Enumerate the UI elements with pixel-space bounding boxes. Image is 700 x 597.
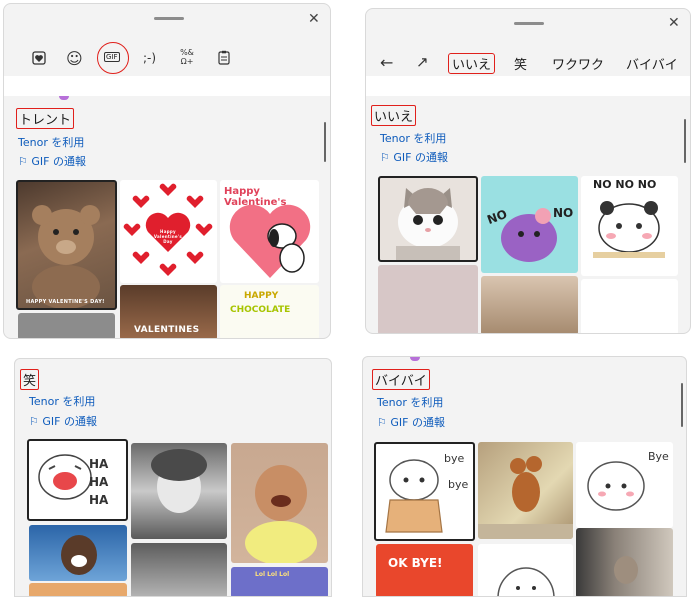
tenor-link[interactable]: Tenor を利用 — [380, 130, 446, 146]
report-gif-link[interactable]: ⚐ GIF の通報 — [377, 414, 445, 430]
gif-valentines-men[interactable]: VALENTINES — [120, 285, 217, 338]
gif-caption: Lol Lol Lol — [255, 571, 290, 578]
gif-caption: NO — [553, 206, 574, 220]
gif-shirley-1[interactable] — [131, 443, 227, 539]
sticker-heart-icon[interactable] — [32, 51, 46, 69]
tab-byebye[interactable]: バイバイ — [626, 54, 678, 73]
clipboard-icon[interactable] — [218, 50, 230, 69]
gif-ok-bye[interactable]: OK BYE! — [376, 544, 473, 596]
emoji-panel-byebye: バイバイ Tenor を利用 ⚐ GIF の通報 bye bye Bye OK … — [362, 356, 687, 597]
gif-caption: VALENTINES — [134, 325, 200, 335]
gif-panda-nonono[interactable]: NO NO NO — [581, 176, 678, 276]
report-gif-label: GIF の通報 — [390, 416, 445, 429]
gif-lol[interactable]: Lol Lol Lol — [231, 567, 328, 596]
symbols-icon[interactable]: %& Ω+ — [180, 48, 194, 66]
section-title: いいえ — [371, 105, 417, 126]
drag-handle[interactable] — [154, 17, 184, 20]
tab-excited[interactable]: ワクワク — [552, 54, 604, 73]
emoji-panel-trending: ✕ ☺ GIF ;-) %& Ω+ トレント Tenor を利用 ⚐ GIF の通… — [3, 3, 331, 339]
gif-partial[interactable] — [18, 313, 115, 338]
gif-caption: bye — [444, 452, 465, 465]
scrollbar[interactable] — [681, 383, 683, 427]
report-gif-label: GIF の通報 — [31, 155, 86, 168]
gif-tab-button[interactable]: GIF — [97, 42, 129, 74]
arrow-left-icon[interactable]: ← — [380, 53, 393, 72]
report-gif-link[interactable]: ⚐ GIF の通報 — [18, 153, 86, 169]
section-title: 笑 — [20, 369, 40, 390]
tab-no[interactable]: いいえ — [448, 53, 496, 74]
gif-caption: Happy Valentine's Day — [153, 229, 183, 244]
gif-hearts-ring[interactable]: Happy Valentine's Day — [120, 180, 217, 283]
scrollbar[interactable] — [324, 122, 326, 162]
gif-cat-box-bye[interactable]: bye bye — [374, 442, 475, 541]
tab-laugh[interactable]: 笑 — [514, 54, 527, 73]
gif-panda-table[interactable] — [581, 279, 678, 333]
close-icon[interactable]: ✕ — [308, 11, 320, 27]
drag-handle[interactable] — [514, 22, 544, 25]
gif-man-laughing[interactable] — [29, 525, 127, 581]
tab-indicator — [59, 96, 69, 100]
gif-cartoon-cat[interactable] — [378, 265, 478, 333]
gif-caption: CHOCOLATE — [230, 305, 291, 315]
scrollbar[interactable] — [684, 119, 686, 163]
gif-icon: GIF — [104, 52, 120, 62]
gif-shirley-2[interactable] — [131, 543, 227, 596]
gif-cat[interactable] — [378, 176, 478, 262]
gif-caption: OK BYE! — [388, 556, 443, 570]
trending-arrow-icon[interactable]: ↗ — [416, 53, 429, 71]
gif-purple-no[interactable]: NO NO — [481, 176, 578, 273]
emoji-panel-no: ✕ ← ↗ いいえ 笑 ワクワク バイバイ いいえ Tenor を利用 ⚐ GI… — [365, 8, 691, 334]
gif-caption: HA HA HA — [89, 457, 109, 507]
gif-snoopy[interactable]: Happy Valentine's — [220, 180, 319, 283]
flag-icon: ⚐ — [18, 155, 32, 168]
toolbar-divider — [4, 76, 330, 96]
gif-baby-laugh[interactable] — [231, 443, 328, 563]
kaomoji-icon[interactable]: ;-) — [143, 51, 156, 65]
section-title: トレント — [16, 108, 75, 129]
tenor-link[interactable]: Tenor を利用 — [29, 393, 95, 409]
emoji-panel-laugh: 笑 Tenor を利用 ⚐ GIF の通報 HA HA HA Lol Lol L… — [14, 358, 332, 597]
gif-caption: HAPPY VALENTINE'S DAY! — [26, 299, 105, 305]
gif-white-ghost[interactable] — [478, 544, 573, 596]
tab-indicator — [410, 357, 420, 361]
report-gif-link[interactable]: ⚐ GIF の通報 — [29, 413, 97, 429]
gif-partial[interactable] — [29, 583, 127, 596]
report-gif-label: GIF の通報 — [393, 151, 448, 164]
gif-photo[interactable] — [481, 276, 578, 333]
flag-icon: ⚐ — [29, 415, 43, 428]
flag-icon: ⚐ — [380, 151, 394, 164]
gif-happy-chocolate[interactable]: HAPPY CHOCOLATE — [220, 285, 319, 338]
gif-haha[interactable]: HA HA HA — [27, 439, 128, 521]
gif-cat-wave-bye[interactable]: Bye — [576, 442, 673, 528]
flag-icon: ⚐ — [377, 416, 391, 429]
gif-caption: Bye — [648, 450, 669, 463]
tenor-link[interactable]: Tenor を利用 — [18, 134, 84, 150]
gif-cat-door[interactable] — [576, 528, 673, 596]
gif-caption: bye — [448, 478, 469, 491]
report-gif-link[interactable]: ⚐ GIF の通報 — [380, 149, 448, 165]
toolbar-divider — [366, 76, 690, 96]
gif-caption: HAPPY — [244, 291, 279, 301]
gif-teddy-bear[interactable]: HAPPY VALENTINE'S DAY! — [16, 180, 117, 310]
close-icon[interactable]: ✕ — [668, 15, 680, 31]
smiley-icon[interactable]: ☺ — [66, 49, 83, 68]
gif-jerry-mouse[interactable] — [478, 442, 573, 539]
report-gif-label: GIF の通報 — [42, 415, 97, 428]
section-title: バイバイ — [372, 369, 430, 390]
tenor-link[interactable]: Tenor を利用 — [377, 394, 443, 410]
